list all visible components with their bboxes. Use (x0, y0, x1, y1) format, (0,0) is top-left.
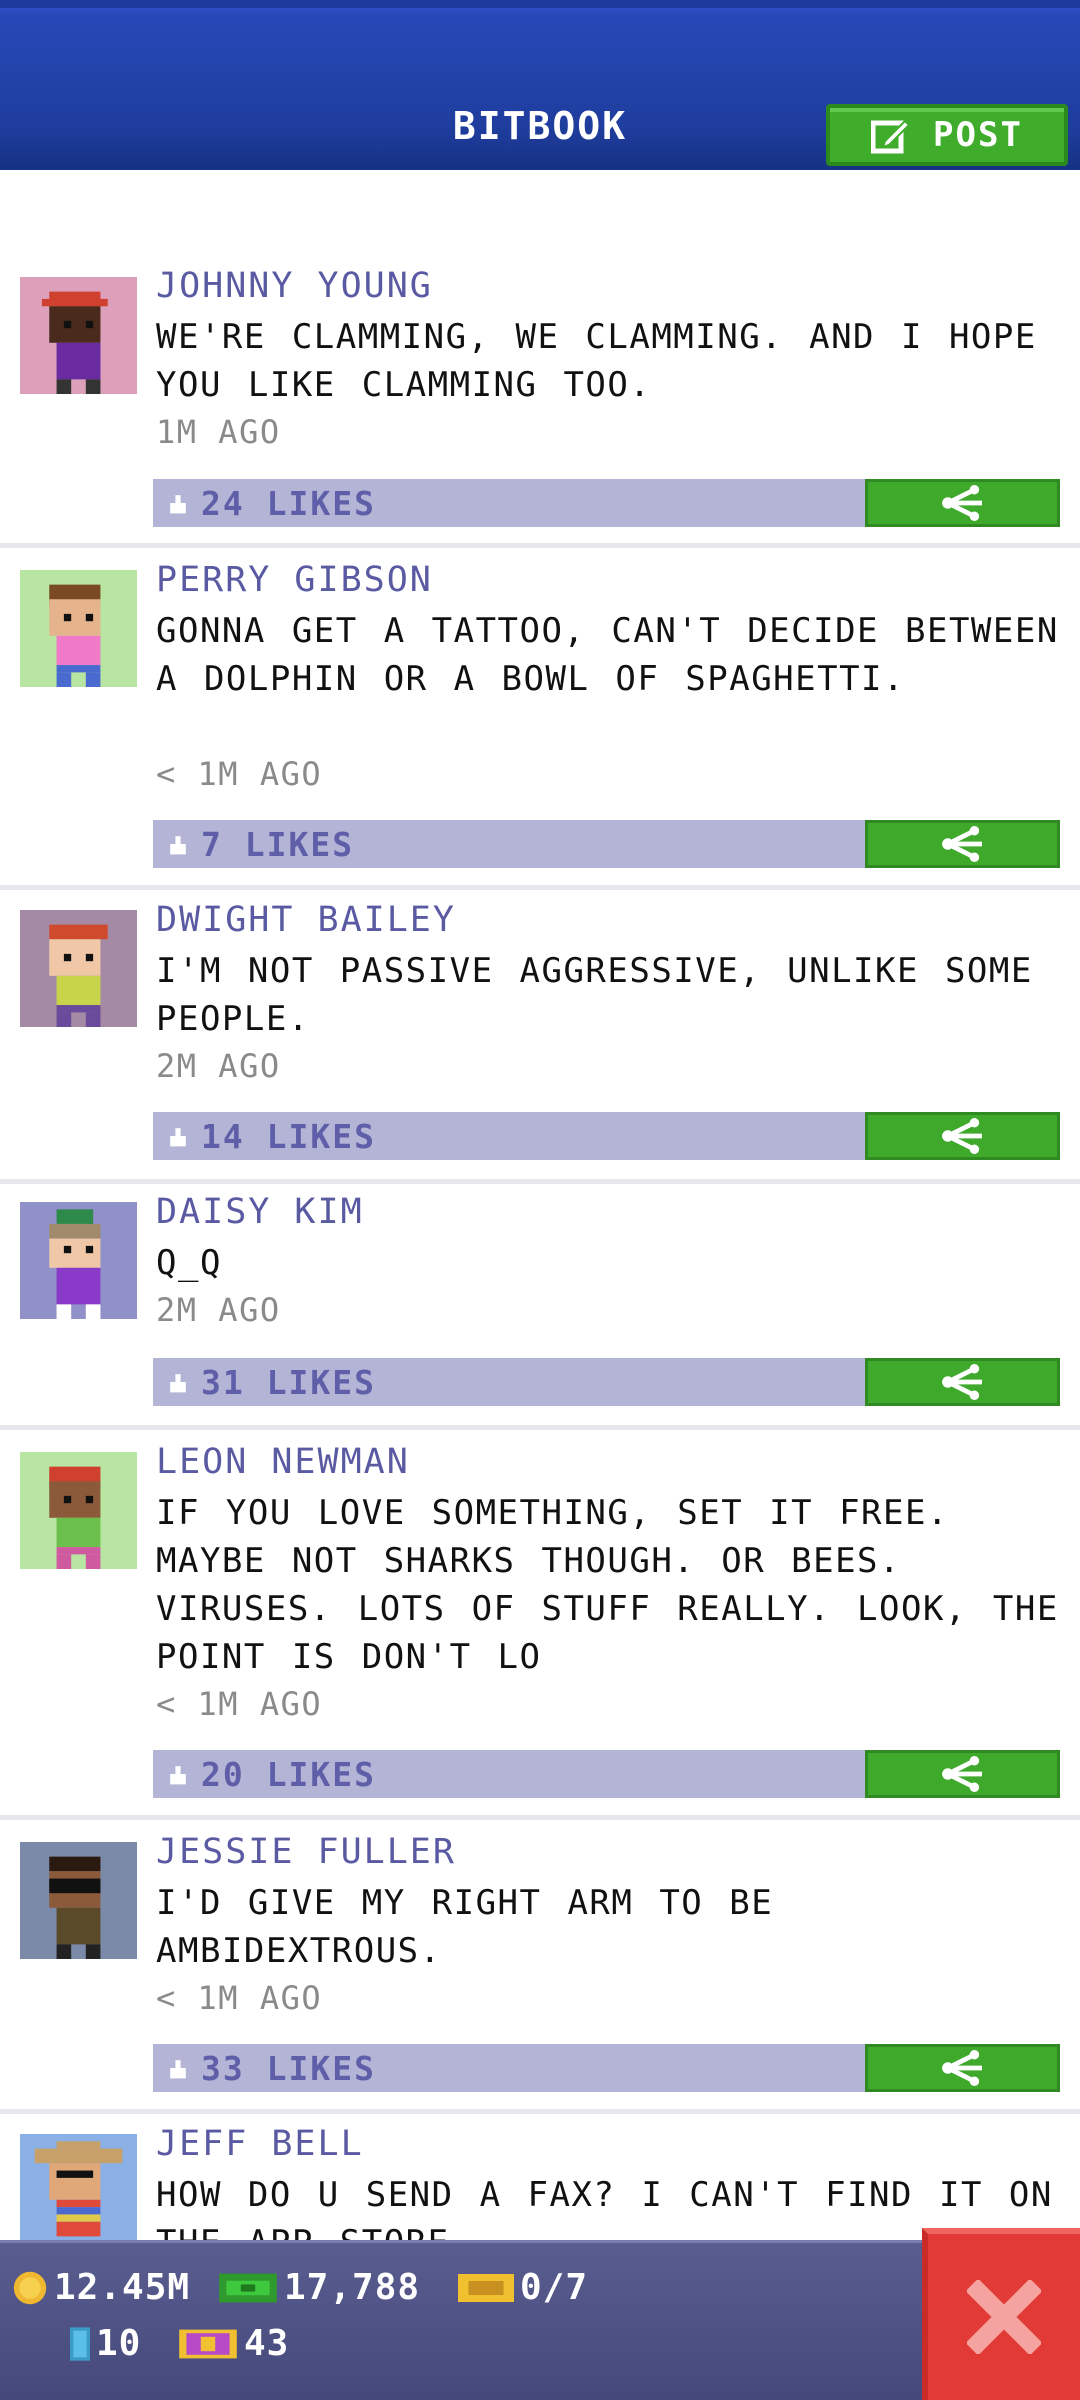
avatar (20, 1842, 137, 1959)
post-author[interactable]: JOHNNY YOUNG (156, 266, 433, 306)
share-button[interactable] (865, 1750, 1060, 1798)
post-author[interactable]: JEFF BELL (156, 2124, 364, 2164)
post-time: < 1M AGO (156, 755, 323, 793)
feed-post: JEFF BELL HOW DO U SEND A FAX? I CAN'T F… (0, 2114, 1080, 2240)
share-button[interactable] (865, 820, 1060, 868)
vip-stat: 0/7 (458, 2267, 588, 2308)
feed-post: DAISY KIM Q_Q 2M AGO 31 LIKES (0, 1184, 1080, 1430)
like-button[interactable]: 20 LIKES (153, 1750, 865, 1798)
post-button[interactable]: POST (826, 104, 1068, 166)
share-button[interactable] (865, 479, 1060, 527)
bitizen-sprite (49, 1209, 101, 1319)
avatar (20, 2134, 137, 2240)
like-button[interactable]: 31 LIKES (153, 1358, 865, 1406)
likes-count: 7 LIKES (201, 824, 355, 864)
avatar (20, 277, 137, 394)
thumbs-up-icon (170, 1766, 186, 1785)
share-button[interactable] (865, 1112, 1060, 1160)
bitizen-sprite (49, 924, 108, 1027)
bux-value: 17,788 (284, 2267, 421, 2308)
feed-post: JOHNNY YOUNG WE'RE CLAMMING, WE CLAMMING… (0, 170, 1080, 548)
bitizen-sprite (41, 291, 108, 394)
tower-tickets-stat: 43 (178, 2323, 289, 2364)
tower-ticket-icon (179, 2329, 237, 2358)
bitizen-sprite (49, 1466, 101, 1569)
post-message: IF YOU LOVE SOMETHING, SET IT FREE. MAYB… (156, 1493, 1059, 1677)
coins-value: 12.45M (54, 2267, 191, 2308)
thumbs-up-icon (170, 1374, 186, 1393)
post-message: WE'RE CLAMMING, WE CLAMMING. AND I HOPE … (156, 317, 1037, 405)
coin-icon (13, 2271, 47, 2304)
likes-count: 14 LIKES (201, 1116, 376, 1156)
app-header: BITBOOK POST (0, 0, 1080, 170)
like-button[interactable]: 33 LIKES (153, 2044, 865, 2092)
like-button[interactable]: 7 LIKES (153, 820, 865, 868)
post-time: 1M AGO (156, 413, 281, 451)
post-message: Q_Q (156, 1243, 222, 1283)
post-message: I'D GIVE MY RIGHT ARM TO BE AMBIDEXTROUS… (156, 1883, 774, 1971)
share-button[interactable] (865, 1358, 1060, 1406)
avatar (20, 570, 137, 687)
thumbs-up-icon (170, 836, 186, 855)
post-time: 2M AGO (156, 1291, 281, 1329)
share-icon (941, 1117, 982, 1155)
bitizen-sprite (49, 1856, 101, 1959)
post-author[interactable]: DWIGHT BAILEY (156, 900, 456, 940)
close-icon (967, 2280, 1041, 2354)
elevator-token-icon (70, 2326, 90, 2361)
like-button[interactable]: 14 LIKES (153, 1112, 865, 1160)
post-author[interactable]: PERRY GIBSON (156, 560, 433, 600)
close-button[interactable] (922, 2228, 1080, 2400)
bux-stat: 17,788 (218, 2267, 420, 2308)
share-icon (941, 484, 982, 522)
feed[interactable]: JOHNNY YOUNG WE'RE CLAMMING, WE CLAMMING… (0, 170, 1080, 2240)
post-time: < 1M AGO (156, 1979, 323, 2017)
share-icon (941, 1755, 982, 1793)
coins-stat: 12.45M (12, 2267, 190, 2308)
bitizen-sprite (49, 584, 101, 687)
post-author[interactable]: DAISY KIM (156, 1192, 364, 1232)
avatar (20, 910, 137, 1027)
vip-value: 0/7 (520, 2267, 589, 2308)
post-author[interactable]: LEON NEWMAN (156, 1442, 410, 1482)
likes-count: 33 LIKES (201, 2048, 376, 2088)
thumbs-up-icon (170, 495, 186, 514)
avatar (20, 1452, 137, 1569)
share-icon (941, 1363, 982, 1401)
post-time: 2M AGO (156, 1047, 281, 1085)
likes-count: 31 LIKES (201, 1362, 376, 1402)
share-button[interactable] (865, 2044, 1060, 2092)
feed-post: LEON NEWMAN IF YOU LOVE SOMETHING, SET I… (0, 1430, 1080, 1820)
elevator-tokens-value: 10 (96, 2323, 142, 2364)
feed-post: DWIGHT BAILEY I'M NOT PASSIVE AGGRESSIVE… (0, 890, 1080, 1184)
likes-count: 20 LIKES (201, 1754, 376, 1794)
vip-ticket-icon (458, 2273, 514, 2302)
compose-icon (871, 119, 911, 154)
share-icon (941, 825, 982, 863)
thumbs-up-icon (170, 2060, 186, 2079)
feed-post: PERRY GIBSON GONNA GET A TATTOO, CAN'T D… (0, 548, 1080, 890)
elevator-tokens-stat: 10 (70, 2323, 141, 2364)
post-author[interactable]: JESSIE FULLER (156, 1832, 456, 1872)
like-button[interactable]: 24 LIKES (153, 479, 865, 527)
likes-count: 24 LIKES (201, 483, 376, 523)
thumbs-up-icon (170, 1128, 186, 1147)
bitizen-sprite (34, 2141, 123, 2237)
post-message: GONNA GET A TATTOO, CAN'T DECIDE BETWEEN… (156, 611, 1059, 699)
tower-tickets-value: 43 (244, 2323, 290, 2364)
post-button-label: POST (933, 115, 1023, 155)
post-message: I'M NOT PASSIVE AGGRESSIVE, UNLIKE SOME … (156, 951, 1033, 1039)
status-bar: 12.45M 17,788 0/7 10 43 (0, 2240, 1080, 2400)
post-time: < 1M AGO (156, 1685, 323, 1723)
feed-post: JESSIE FULLER I'D GIVE MY RIGHT ARM TO B… (0, 1820, 1080, 2114)
share-icon (941, 2049, 982, 2087)
bux-icon (219, 2273, 277, 2302)
avatar (20, 1202, 137, 1319)
